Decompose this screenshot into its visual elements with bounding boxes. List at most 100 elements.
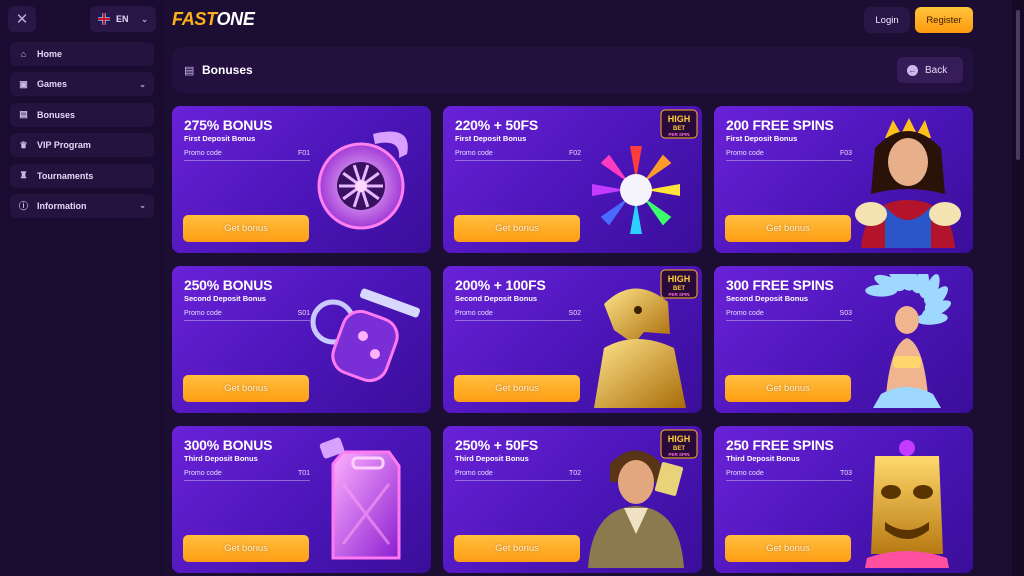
sidebar-item-tournaments[interactable]: ♜ Tournaments [10,163,154,188]
sidebar-item-label: Bonuses [37,109,76,120]
close-icon[interactable]: ✕ [8,6,36,32]
bonus-card[interactable]: HIGH BET PER SPIN 250% + 50FS Third Deposit … [443,426,702,573]
high-bet-badge: HIGH BET PER SPIN [660,109,698,139]
bonus-subtitle: Second Deposit Bonus [184,294,267,303]
games-icon: ▣ [19,78,28,89]
trophy-icon: ♜ [19,170,28,181]
promo-code-value[interactable]: T01 [298,470,310,477]
gift-icon: ▤ [184,65,195,77]
promo-code-label: Promo code [184,310,222,317]
high-bet-badge: HIGH BET PER SPIN [660,269,698,299]
svg-text:HIGH: HIGH [668,114,691,124]
bonus-subtitle: First Deposit Bonus [726,134,798,143]
promo-code-value[interactable]: F01 [298,150,310,157]
bonus-card[interactable]: 275% BONUS First Deposit Bonus Promo code F… [172,106,431,253]
get-bonus-button[interactable]: Get bonus [725,215,851,242]
bonus-title: 250% BONUS [184,277,273,293]
bonus-title: 275% BONUS [184,117,273,133]
bonus-title: 300 FREE SPINS [726,277,834,293]
sidebar-top: ✕ EN ⌄ [8,6,156,32]
svg-text:PER SPIN: PER SPIN [668,452,689,457]
bonus-subtitle: First Deposit Bonus [455,134,527,143]
bonus-title: 200 FREE SPINS [726,117,834,133]
get-bonus-button[interactable]: Get bonus [725,535,851,562]
svg-text:HIGH: HIGH [668,274,691,284]
promo-code-value[interactable]: F03 [840,150,852,157]
sidebar: ✕ EN ⌄ ⌂ Home ▣ Games ⌄ ▤ Bonuses ♛ VIP Program ♜… [0,0,164,576]
sidebar-item-home[interactable]: ⌂ Home [10,42,154,66]
logo-one: ONE [216,9,255,29]
page-title: Bonuses [202,63,253,77]
bonus-card[interactable]: 300% BONUS Third Deposit Bonus Promo code T… [172,426,431,573]
car-key-icon [303,274,427,408]
sidebar-item-information[interactable]: ⓘ Information ⌄ [10,193,154,218]
promo-code-value[interactable]: T02 [569,470,581,477]
logo[interactable]: FASTONE [172,8,255,30]
get-bonus-button[interactable]: Get bonus [183,215,309,242]
promo-code-row: Promo code T03 [726,469,852,481]
bonus-subtitle: Third Deposit Bonus [726,454,800,463]
turbo-icon [303,114,427,248]
bonus-title: 200% + 100FS [455,277,546,293]
bonus-card[interactable]: 300 FREE SPINS Second Deposit Bonus Promo … [714,266,973,413]
bonus-title: 220% + 50FS [455,117,539,133]
promo-code-row: Promo code F03 [726,149,852,161]
promo-code-label: Promo code [726,470,764,477]
crown-icon: ♛ [19,139,28,150]
sidebar-item-label: VIP Program [37,140,91,151]
bonus-card[interactable]: 250% BONUS Second Deposit Bonus Promo code… [172,266,431,413]
get-bonus-button[interactable]: Get bonus [454,535,580,562]
bonus-subtitle: First Deposit Bonus [184,134,256,143]
bonus-subtitle: Second Deposit Bonus [455,294,538,303]
sidebar-item-vip-program[interactable]: ♛ VIP Program [10,133,154,158]
bonus-card[interactable]: 250 FREE SPINS Third Deposit Bonus Promo c… [714,426,973,573]
promo-code-value[interactable]: S01 [298,310,310,317]
bonus-card[interactable]: HIGH BET PER SPIN 220% + 50FS First Deposit … [443,106,702,253]
login-button[interactable]: Login [864,7,910,33]
promo-code-row: Promo code F02 [455,149,581,161]
bonus-subtitle: Third Deposit Bonus [455,454,529,463]
get-bonus-button[interactable]: Get bonus [183,375,309,402]
sidebar-item-label: Tournaments [37,170,94,181]
sidebar-item-games[interactable]: ▣ Games ⌄ [10,72,154,97]
logo-fast: FAST [172,9,217,29]
back-button[interactable]: ← Back [897,57,963,83]
sidebar-item-label: Home [37,49,63,59]
promo-code-value[interactable]: S03 [840,310,852,317]
scrollbar-thumb[interactable] [1016,10,1020,160]
bonus-card[interactable]: HIGH BET PER SPIN 200% + 100FS Second Deposi… [443,266,702,413]
bonus-title: 300% BONUS [184,437,273,453]
bonus-subtitle: Second Deposit Bonus [726,294,809,303]
sidebar-item-bonuses[interactable]: ▤ Bonuses [10,102,154,127]
sidebar-nav: ⌂ Home ▣ Games ⌄ ▤ Bonuses ♛ VIP Program ♜ Tournam… [10,42,154,224]
get-bonus-button[interactable]: Get bonus [454,375,580,402]
promo-code-label: Promo code [455,310,493,317]
promo-code-value[interactable]: S02 [569,310,581,317]
page-header: ▤ Bonuses ← Back [172,47,973,93]
register-button[interactable]: Register [915,7,973,33]
uk-flag-icon [98,13,110,25]
chevron-down-icon: ⌄ [139,79,146,89]
get-bonus-button[interactable]: Get bonus [454,215,580,242]
promo-code-row: Promo code S02 [455,309,581,321]
gift-icon: ▤ [19,109,28,120]
home-icon: ⌂ [20,49,27,59]
dancer-icon [845,266,969,408]
language-selector[interactable]: EN ⌄ [90,6,156,32]
promo-code-value[interactable]: T03 [840,470,852,477]
promo-code-label: Promo code [726,310,764,317]
promo-code-value[interactable]: F02 [569,150,581,157]
arrow-left-icon: ← [907,64,918,76]
fuel-can-icon [303,434,427,568]
promo-code-label: Promo code [184,470,222,477]
bonus-title: 250% + 50FS [455,437,539,453]
language-label: EN [116,14,129,24]
promo-code-row: Promo code S01 [184,309,310,321]
bonus-card[interactable]: 200 FREE SPINS First Deposit Bonus Promo c… [714,106,973,253]
back-label: Back [925,64,948,76]
promo-code-row: Promo code S03 [726,309,852,321]
get-bonus-button[interactable]: Get bonus [183,535,309,562]
tiki-mask-icon [845,434,969,568]
get-bonus-button[interactable]: Get bonus [725,375,851,402]
chevron-down-icon: ⌄ [139,201,146,211]
